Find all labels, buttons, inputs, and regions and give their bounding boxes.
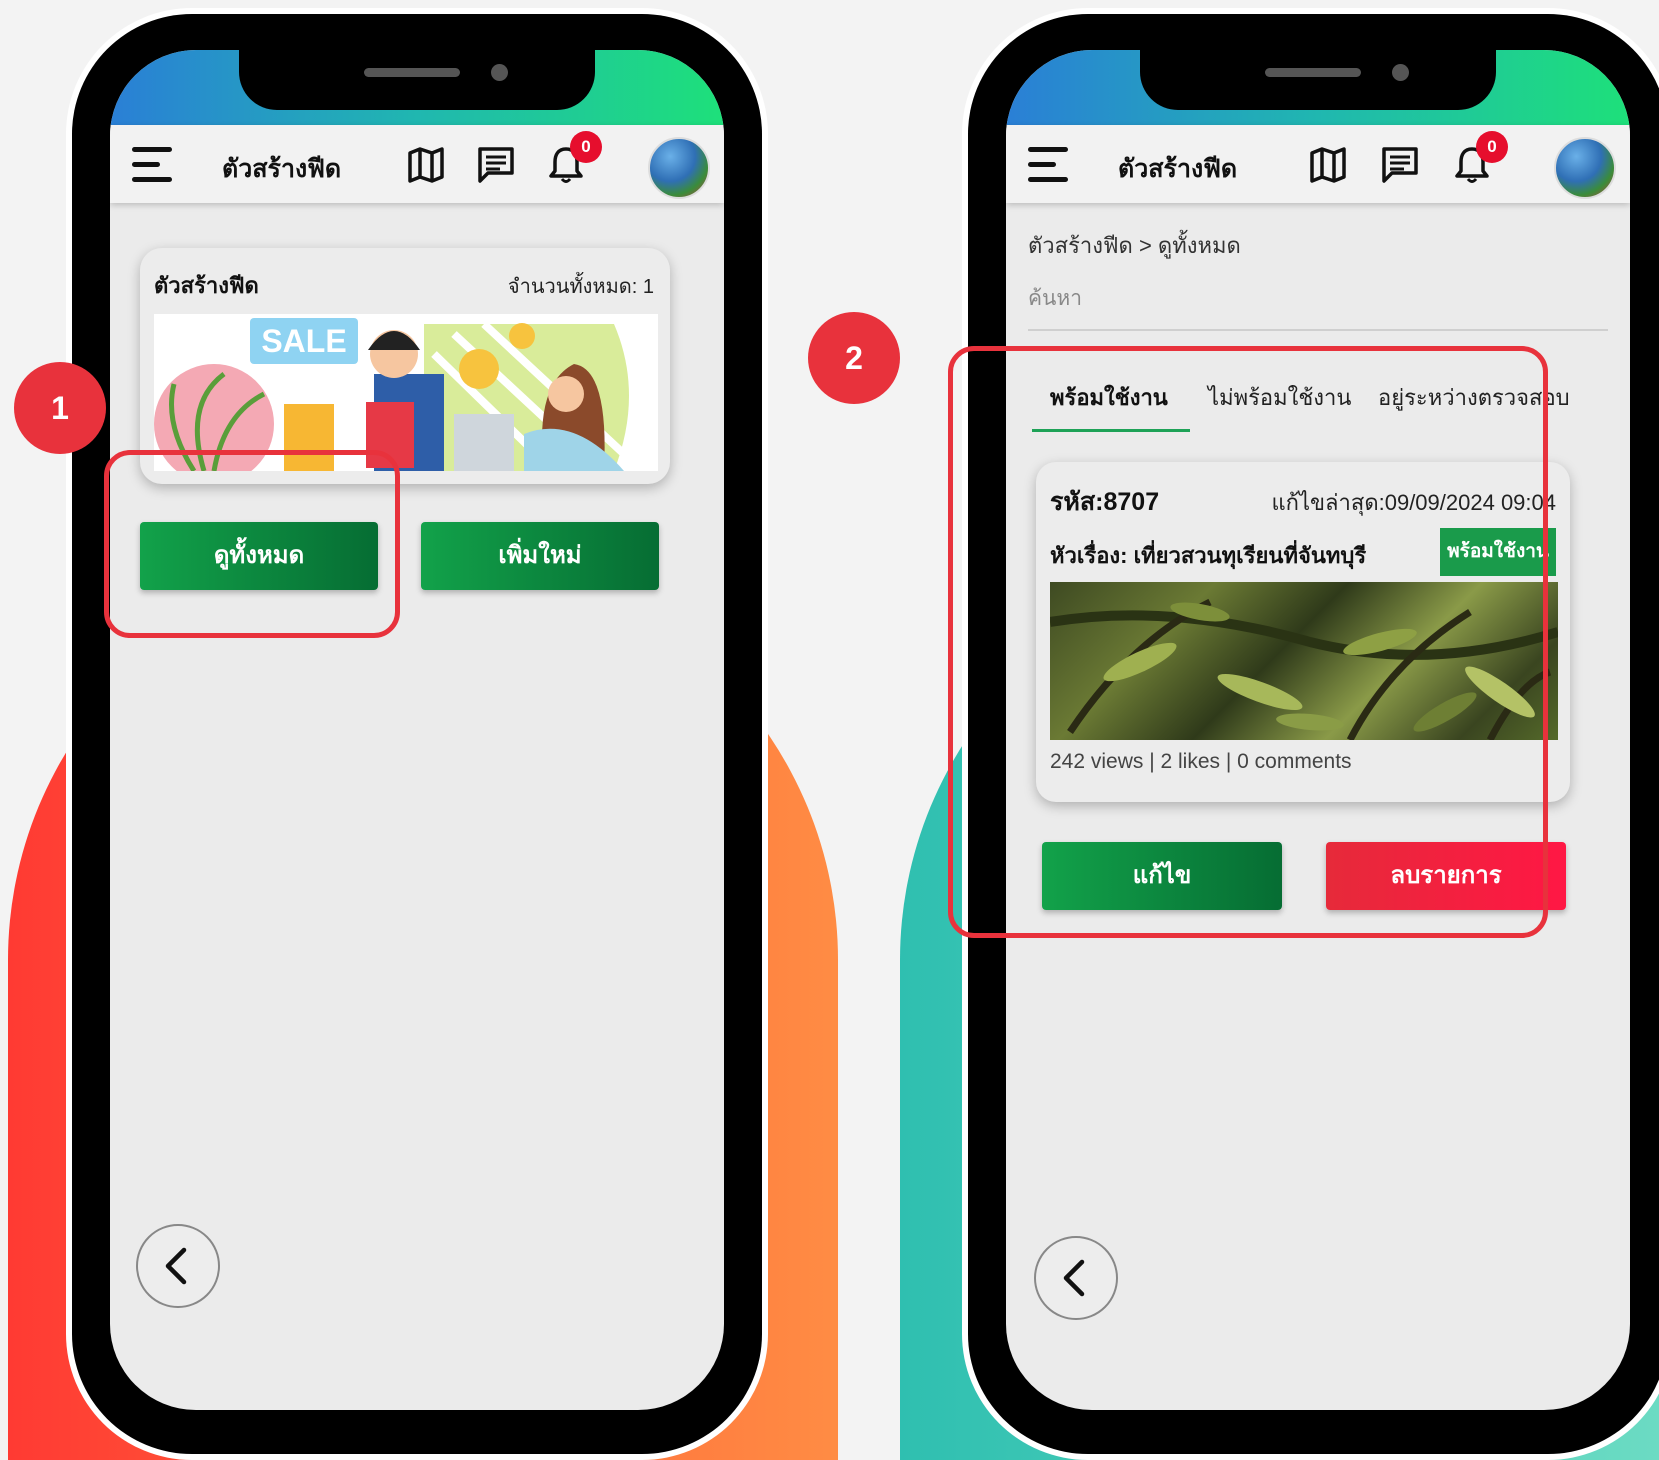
avatar[interactable]: [1554, 137, 1616, 199]
notification-badge: 0: [1476, 131, 1508, 163]
highlight-feed-list: [948, 346, 1548, 938]
search-input[interactable]: ค้นหา: [1028, 282, 1082, 315]
breadcrumb: ตัวสร้างฟีด > ดูทั้งหมด: [1028, 233, 1241, 258]
app-title: ตัวสร้างฟีด: [222, 155, 342, 183]
map-icon[interactable]: [406, 145, 446, 185]
feed-builder-card: ตัวสร้างฟีด จำนวนทั้งหมด: 1 SALE: [140, 248, 670, 484]
menu-icon[interactable]: [1028, 147, 1068, 182]
step-badge-2: 2: [808, 312, 900, 404]
back-button[interactable]: [136, 1224, 220, 1308]
notification-badge: 0: [570, 131, 602, 163]
sale-banner-image: SALE: [154, 314, 658, 471]
back-button[interactable]: [1034, 1236, 1118, 1320]
banner-text: SALE: [261, 323, 346, 359]
card-title: ตัวสร้างฟีด: [154, 273, 259, 298]
avatar[interactable]: [648, 137, 710, 199]
bell-icon[interactable]: 0: [546, 131, 602, 185]
total-count: จำนวนทั้งหมด: 1: [507, 276, 654, 298]
phone-screen-1: ตัวสร้างฟีด 0 ตัวสร้างฟีด จำนวนทั้งหมด: …: [110, 50, 724, 1410]
map-icon[interactable]: [1308, 145, 1348, 185]
chat-icon[interactable]: [476, 145, 516, 185]
app-header: ตัวสร้างฟีด 0: [110, 125, 724, 203]
menu-icon[interactable]: [132, 147, 172, 182]
notch: [239, 50, 595, 110]
chevron-left-icon: [165, 1247, 187, 1285]
notch: [1140, 50, 1496, 110]
highlight-view-all: [104, 450, 400, 638]
app-title: ตัวสร้างฟีด: [1118, 155, 1238, 183]
chevron-left-icon: [1063, 1259, 1085, 1297]
search-underline: [1028, 329, 1608, 331]
step-badge-1: 1: [14, 362, 106, 454]
phone-mockup-1: ตัวสร้างฟีด 0 ตัวสร้างฟีด จำนวนทั้งหมด: …: [72, 14, 762, 1454]
chat-icon[interactable]: [1380, 145, 1420, 185]
bell-icon[interactable]: 0: [1452, 131, 1508, 185]
app-header: ตัวสร้างฟีด 0: [1006, 125, 1630, 203]
add-new-button[interactable]: เพิ่มใหม่: [421, 522, 659, 590]
